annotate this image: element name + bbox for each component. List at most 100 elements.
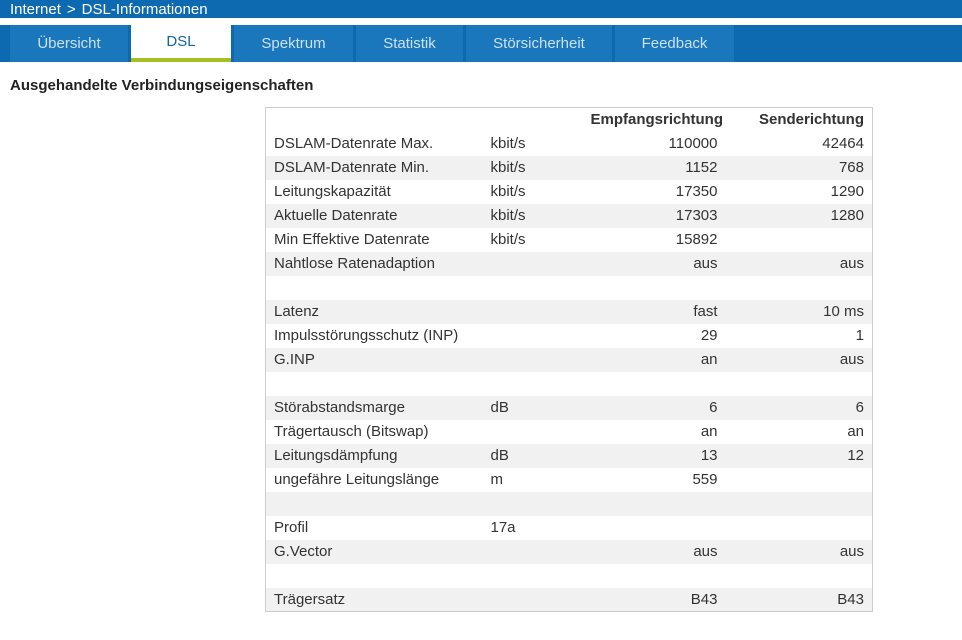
- row-value-tx: 1280: [830, 207, 864, 224]
- row-label: DSLAM-Datenrate Max.: [274, 135, 434, 152]
- row-value-rx: [583, 372, 726, 396]
- table-row: DSLAM-Datenrate Min. kbit/s 1152 768: [265, 155, 873, 180]
- table-spacer-row: [265, 491, 873, 516]
- row-unit: dB: [490, 399, 509, 416]
- row-value-rx: 110000: [668, 135, 718, 152]
- table-row: Nahtlose Ratenadaption aus aus: [265, 251, 873, 276]
- row-label: DSLAM-Datenrate Min.: [274, 159, 430, 176]
- tab-dsl[interactable]: DSL: [131, 25, 231, 62]
- tab-uebersicht[interactable]: Übersicht: [10, 25, 128, 62]
- table-row: DSLAM-Datenrate Max. kbit/s 110000 42464: [266, 132, 873, 156]
- row-unit: 17a: [490, 519, 516, 536]
- row-unit: [483, 348, 583, 372]
- row-unit: kbit/s: [490, 135, 526, 152]
- row-value-tx: 6: [855, 399, 864, 416]
- table-row: Profil 17a: [266, 516, 873, 540]
- table-spacer-row: [266, 372, 873, 396]
- row-unit: [483, 372, 583, 396]
- table-spacer-row: [266, 564, 873, 588]
- row-value-tx: [726, 372, 873, 396]
- tab-label: Spektrum: [261, 35, 326, 52]
- tab-statistik[interactable]: Statistik: [356, 25, 463, 62]
- row-value-rx: 17350: [675, 183, 718, 200]
- row-unit: [483, 324, 583, 348]
- table-row: Leitungsdämpfung dB 13 12: [265, 443, 873, 468]
- row-value-rx: [583, 276, 726, 300]
- row-unit: [483, 252, 583, 276]
- row-unit: kbit/s: [490, 159, 526, 176]
- row-label: [266, 276, 483, 300]
- tab-spektrum[interactable]: Spektrum: [234, 25, 353, 62]
- table-row: Störabstandsmarge dB 6 6: [265, 395, 873, 420]
- tab-label: Feedback: [641, 35, 708, 52]
- row-value-tx: an: [847, 423, 864, 440]
- row-value-rx: 559: [692, 471, 718, 488]
- row-label: Leitungskapazität: [274, 183, 391, 200]
- row-value-tx: [726, 516, 873, 540]
- tab-feedback[interactable]: Feedback: [615, 25, 734, 62]
- row-value-tx: aus: [839, 255, 864, 272]
- row-value-rx: 17303: [675, 207, 718, 224]
- table-row: G.INP an aus: [265, 347, 873, 372]
- row-value-tx: [726, 564, 873, 588]
- column-header-empfangsrichtung: Empfangsrichtung: [590, 111, 724, 129]
- row-unit: kbit/s: [490, 183, 526, 200]
- row-label: Nahtlose Ratenadaption: [274, 255, 435, 272]
- row-label: [266, 492, 483, 516]
- row-unit: [483, 420, 583, 444]
- row-value-tx: [726, 468, 873, 492]
- tab-stoersicherheit[interactable]: Störsicherheit: [466, 25, 612, 62]
- topbar-divider: [0, 18, 962, 25]
- table-row: Leitungskapazität kbit/s 17350 1290: [266, 180, 873, 204]
- row-value-tx: aus: [839, 351, 864, 368]
- tab-label: Statistik: [383, 35, 436, 52]
- tab-label: DSL: [166, 33, 196, 50]
- breadcrumb-section[interactable]: Internet: [10, 1, 61, 18]
- row-label: Trägersatz: [274, 590, 346, 608]
- table-row: Latenz fast 10 ms: [265, 299, 873, 324]
- row-label: Trägertausch (Bitswap): [274, 423, 429, 440]
- row-unit: [483, 588, 583, 612]
- connection-properties-table-wrap: Empfangsrichtung Senderichtung DSLAM-Dat…: [265, 107, 952, 612]
- row-value-tx: 42464: [822, 135, 864, 152]
- row-label: G.Vector: [274, 543, 333, 560]
- row-label: [266, 372, 483, 396]
- tab-label: Störsicherheit: [493, 35, 585, 52]
- row-value-rx: aus: [693, 255, 718, 272]
- row-unit: dB: [490, 447, 509, 464]
- table-spacer-row: [266, 276, 873, 300]
- row-value-tx: 1290: [830, 183, 864, 200]
- row-value-rx: fast: [693, 303, 718, 320]
- row-value-tx: [726, 492, 873, 516]
- row-value-rx: an: [700, 351, 718, 368]
- breadcrumb-bar: Internet > DSL-Informationen: [0, 0, 962, 18]
- row-label: [266, 564, 483, 588]
- row-label: Latenz: [274, 303, 320, 320]
- row-unit: [483, 540, 583, 564]
- row-value-rx: B43: [690, 590, 718, 608]
- row-unit: [483, 276, 583, 300]
- row-value-rx: 1152: [685, 159, 718, 176]
- row-unit: kbit/s: [490, 231, 526, 248]
- row-value-rx: 13: [700, 447, 718, 464]
- table-row: Aktuelle Datenrate kbit/s 17303 1280: [265, 203, 873, 228]
- row-label: G.INP: [274, 351, 315, 368]
- row-value-rx: 6: [709, 399, 718, 416]
- row-value-rx: [583, 516, 726, 540]
- row-unit: m: [490, 471, 504, 488]
- row-value-rx: an: [700, 423, 718, 440]
- main-content: Ausgehandelte Verbindungseigenschaften E…: [0, 77, 962, 612]
- table-row: Trägertausch (Bitswap) an an: [266, 420, 873, 444]
- row-value-tx: B43: [837, 590, 864, 608]
- row-label: Störabstandsmarge: [274, 399, 405, 416]
- row-value-tx: [726, 228, 873, 252]
- row-value-tx: 10 ms: [823, 303, 864, 320]
- table-row: ungefähre Leitungslänge m 559: [266, 468, 873, 492]
- row-value-rx: 29: [700, 327, 718, 344]
- row-unit: kbit/s: [490, 207, 526, 224]
- row-value-tx: [726, 276, 873, 300]
- row-unit: [483, 492, 583, 516]
- page-title: Ausgehandelte Verbindungseigenschaften: [10, 77, 314, 94]
- row-value-tx: 12: [847, 447, 864, 464]
- row-unit: [483, 564, 583, 588]
